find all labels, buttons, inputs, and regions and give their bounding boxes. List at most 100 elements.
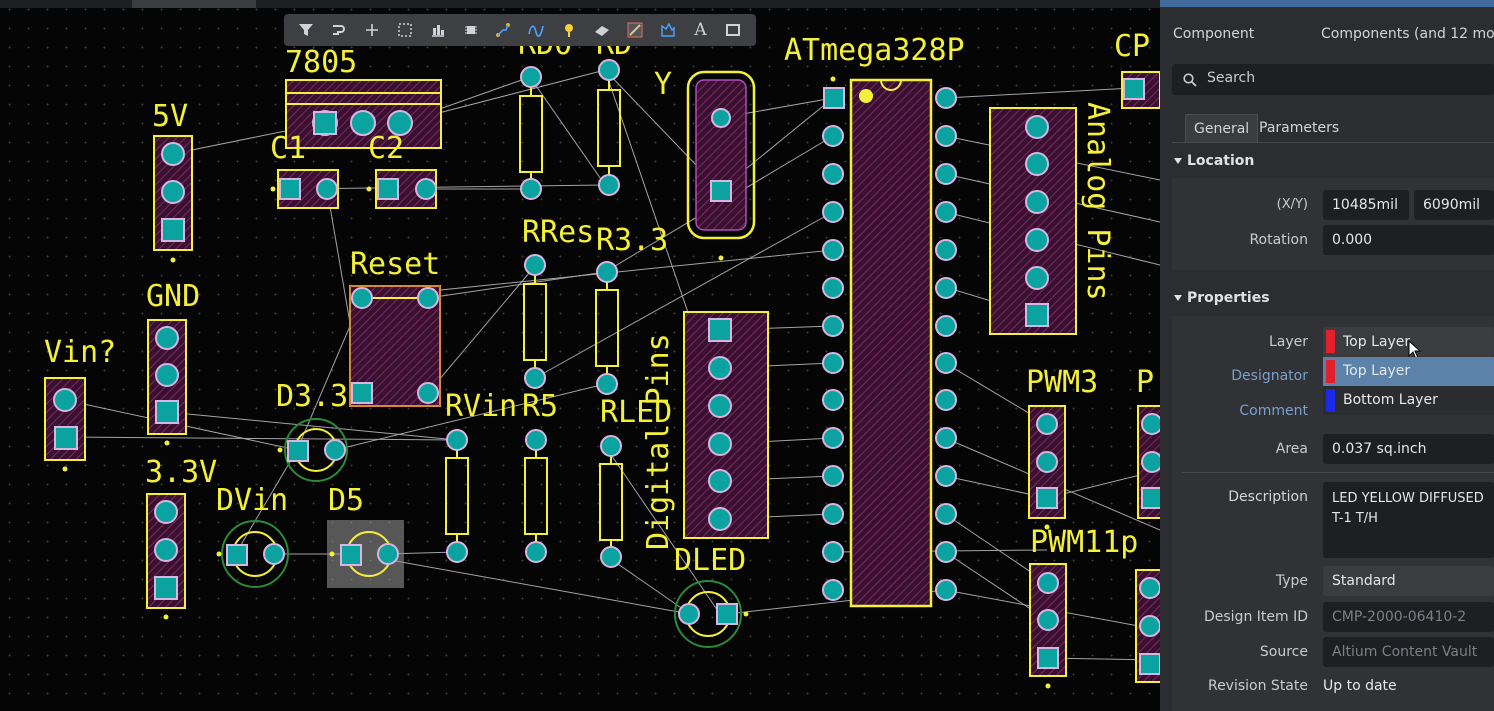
bottom-layer-option-swatch <box>1326 389 1335 412</box>
component-icon[interactable] <box>460 19 482 41</box>
pcb-layout[interactable]: 7805 5V C1 C2 Y ATmega328P CP Analog Pin… <box>0 0 1160 711</box>
route-icon[interactable] <box>328 19 350 41</box>
header-digital-pins[interactable] <box>683 311 769 539</box>
track-icon[interactable] <box>492 19 514 41</box>
resistor-rvin[interactable] <box>445 429 469 563</box>
select-rect-icon[interactable] <box>394 19 416 41</box>
component-label: Component <box>1173 26 1255 42</box>
label-rled: RLED <box>600 395 672 430</box>
layer-row: Layer Top Layer <box>1160 327 1494 360</box>
area-field: 0.037 sq.inch <box>1323 434 1494 464</box>
header-3v3[interactable] <box>146 493 186 620</box>
label-rvin: RVin <box>445 389 517 424</box>
header-p-partial[interactable] <box>1137 405 1160 519</box>
label-7805: 7805 <box>285 45 357 80</box>
label-dvin: DVin <box>216 483 288 518</box>
label-c1: C1 <box>270 131 306 166</box>
capacitor-c2[interactable] <box>366 169 437 209</box>
label-d5: D5 <box>328 483 364 518</box>
resistor-rled[interactable] <box>599 435 623 568</box>
label-cp: CP <box>1114 29 1150 64</box>
label-c2: C2 <box>368 131 404 166</box>
dropdown-option-top-layer-label: Top Layer <box>1343 363 1411 379</box>
header-analog-pins[interactable] <box>989 107 1077 335</box>
rotation-label: Rotation <box>1249 232 1308 248</box>
text-icon[interactable]: A <box>690 19 712 41</box>
capacitor-c1[interactable] <box>270 169 339 209</box>
label-digital-pins: Digital Pins <box>641 333 676 550</box>
label-gnd: GND <box>146 279 200 314</box>
resistor-rd[interactable] <box>597 59 621 196</box>
component-cp[interactable] <box>1121 71 1160 109</box>
top-layer-option-swatch <box>1326 360 1335 383</box>
section-location[interactable]: Location <box>1174 153 1254 169</box>
properties-panel: Component Components (and 12 more) Searc… <box>1160 0 1494 711</box>
align-icon[interactable] <box>427 19 449 41</box>
filter-icon[interactable] <box>295 19 317 41</box>
atmega-chip[interactable] <box>822 76 957 608</box>
label-p: P <box>1136 365 1154 400</box>
layer-icon[interactable] <box>591 19 613 41</box>
label-pwm3: PWM3 <box>1026 365 1098 400</box>
led-d5-selected[interactable] <box>327 520 404 588</box>
search-box[interactable]: Search <box>1172 64 1494 95</box>
area-row: Area 0.037 sq.inch <box>1160 434 1494 464</box>
dropdown-option-bottom-layer[interactable]: Bottom Layer <box>1323 386 1494 415</box>
type-select[interactable]: Standard <box>1323 566 1494 596</box>
rotation-field[interactable]: 0.000 <box>1323 225 1494 255</box>
layer-select-value: Top Layer <box>1343 334 1411 350</box>
resistor-r5[interactable] <box>524 429 548 563</box>
label-3v3: 3.3V <box>145 455 217 490</box>
panel-header-bar <box>1160 0 1494 7</box>
section-properties[interactable]: Properties <box>1174 290 1270 306</box>
pin-icon[interactable] <box>558 19 580 41</box>
rectangle-icon[interactable] <box>722 19 744 41</box>
label-reset: Reset <box>350 247 440 282</box>
label-vin: Vin? <box>44 335 116 370</box>
polygon-icon[interactable] <box>657 19 679 41</box>
tab-parameters[interactable]: Parameters <box>1251 114 1347 142</box>
led-dled[interactable] <box>674 580 749 648</box>
crystal-y[interactable] <box>686 70 756 261</box>
y-field[interactable]: 6090mil <box>1414 190 1494 220</box>
header-vin[interactable] <box>44 377 86 472</box>
search-input[interactable]: Search <box>1207 70 1255 86</box>
source-row: Source Altium Content Vault <box>1160 637 1494 667</box>
dropdown-option-top-layer[interactable]: Top Layer <box>1323 357 1494 386</box>
dropdown-option-bottom-layer-label: Bottom Layer <box>1343 392 1438 408</box>
label-rres: RRes <box>522 215 594 250</box>
x-field[interactable]: 10485mil <box>1323 190 1409 220</box>
header-5v[interactable] <box>153 135 193 263</box>
add-icon[interactable] <box>361 19 383 41</box>
design-item-field: CMP-2000-06410-2 <box>1323 602 1494 632</box>
arc-icon[interactable] <box>525 19 547 41</box>
switch-reset[interactable] <box>349 285 441 407</box>
revision-value: Up to date <box>1323 678 1397 694</box>
label-atmega: ATmega328P <box>784 33 965 68</box>
revision-label: Revision State <box>1207 678 1308 694</box>
designator-label: Designator <box>1231 368 1308 384</box>
component-filter-value[interactable]: Components (and 12 more) <box>1321 26 1494 42</box>
label-dled: DLED <box>674 543 746 578</box>
description-label: Description <box>1228 489 1308 505</box>
source-label: Source <box>1259 644 1308 660</box>
pcb-canvas[interactable]: 7805 5V C1 C2 Y ATmega328P CP Analog Pin… <box>0 0 1160 711</box>
header-gnd[interactable] <box>147 319 187 446</box>
regulator-7805[interactable] <box>285 79 442 149</box>
type-row: Type Standard <box>1160 566 1494 596</box>
description-field[interactable]: LED YELLOW DIFFUSED T-1 T/H <box>1323 482 1494 558</box>
header-pwm11[interactable] <box>1029 563 1160 689</box>
label-y: Y <box>654 67 672 102</box>
tab-general[interactable]: General <box>1185 114 1259 143</box>
search-icon <box>1183 73 1197 87</box>
xy-label: (X/Y) <box>1276 197 1308 212</box>
label-r33: R3.3 <box>596 223 668 258</box>
xy-row: (X/Y) 10485mil 6090mil <box>1160 190 1494 220</box>
resistor-r33[interactable] <box>595 261 619 395</box>
label-r5: R5 <box>522 389 558 424</box>
dimension-icon[interactable] <box>624 19 646 41</box>
led-dvin[interactable] <box>216 520 289 588</box>
label-5v: 5V <box>152 99 188 134</box>
top-layer-swatch <box>1326 330 1335 353</box>
header-pwm3[interactable] <box>1028 405 1066 530</box>
